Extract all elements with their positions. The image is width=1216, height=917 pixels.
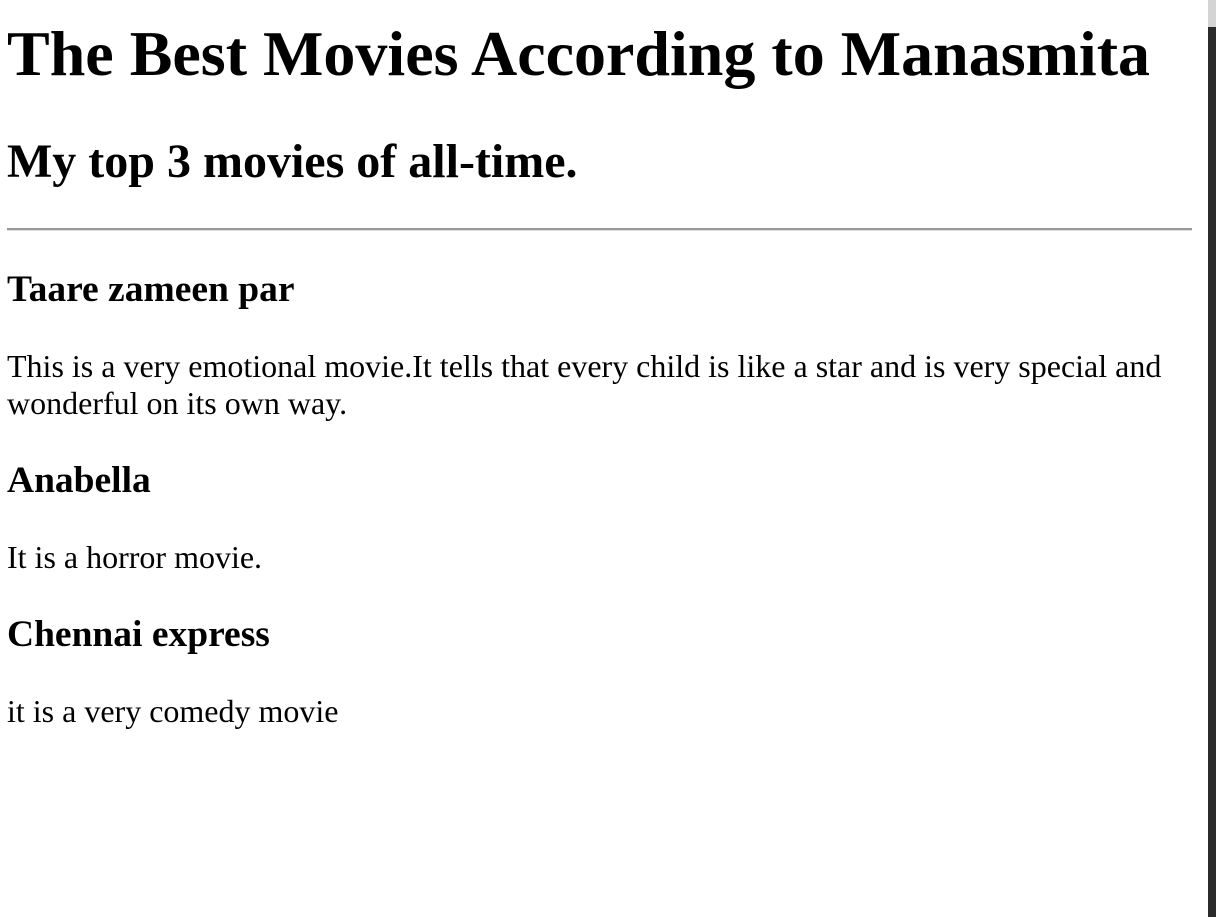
movie-description: it is a very comedy movie — [7, 693, 339, 729]
page-content: The Best Movies According to Manasmita M… — [7, 0, 1192, 730]
movie-title: Taare zameen par — [7, 269, 295, 310]
page-title: The Best Movies According to Manasmita — [7, 18, 1150, 89]
page-subtitle: My top 3 movies of all-time. — [7, 135, 578, 188]
vertical-scrollbar[interactable] — [1208, 0, 1216, 917]
movie-description: This is a very emotional movie.It tells … — [7, 348, 1162, 421]
movie-title: Anabella — [7, 460, 151, 501]
movie-description: It is a horror movie. — [7, 539, 263, 575]
movie-title: Chennai express — [7, 614, 270, 655]
divider — [7, 228, 1192, 231]
scrollbar-thumb[interactable] — [1208, 0, 1216, 27]
